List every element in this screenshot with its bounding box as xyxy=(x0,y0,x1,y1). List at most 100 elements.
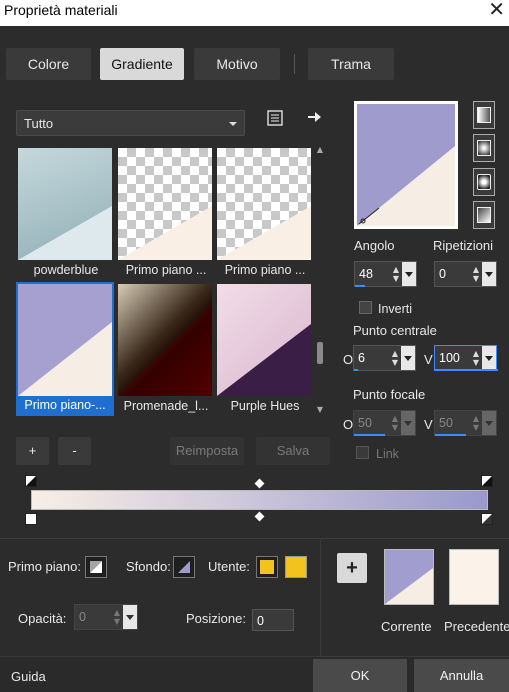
focal-v-progress xyxy=(435,434,466,436)
tab-trama[interactable]: Trama xyxy=(308,48,394,80)
current-label: Corrente xyxy=(381,619,432,634)
angle-spinner[interactable]: 48 ▲ ▼ xyxy=(354,261,417,287)
color-stop-left[interactable] xyxy=(25,513,37,525)
spinner-arrows-icon[interactable]: ▲ ▼ xyxy=(470,414,482,432)
gradient-thumb-primo-piano-1[interactable]: Primo piano ... xyxy=(117,147,212,281)
spinner-arrows-icon[interactable]: ▲ ▼ xyxy=(470,265,482,283)
chevron-down-icon[interactable] xyxy=(402,262,416,286)
focal-v-spinner[interactable]: 50 ▲ ▼ xyxy=(434,410,497,436)
gradient-preview-image xyxy=(118,284,212,396)
ok-button[interactable]: OK xyxy=(313,659,407,692)
center-point-label: Punto centrale xyxy=(353,323,437,338)
scroll-up-icon[interactable]: ▲ xyxy=(315,146,325,154)
focal-v-value: 50 xyxy=(439,416,453,430)
section-divider xyxy=(0,538,509,539)
spinner-arrows-icon[interactable]: ▲ ▼ xyxy=(390,265,402,283)
gradient-thumb-primo-piano-2[interactable]: Primo piano ... xyxy=(216,147,311,281)
chevron-down-icon[interactable] xyxy=(482,346,496,370)
spinner-arrows-icon[interactable]: ▲ ▼ xyxy=(111,608,123,626)
opacity-midpoint[interactable] xyxy=(254,478,265,489)
chevron-down-icon[interactable] xyxy=(123,605,137,629)
user-color-swatch[interactable] xyxy=(285,556,307,578)
user-stop-button[interactable] xyxy=(256,556,278,578)
tab-motivo[interactable]: Motivo xyxy=(194,48,280,80)
center-v-spinner[interactable]: 100 ▲ ▼ xyxy=(434,345,498,371)
chevron-down-icon[interactable] xyxy=(401,411,415,435)
opacity-stop-right[interactable] xyxy=(481,475,493,487)
previous-preview xyxy=(449,549,499,605)
help-link[interactable]: Guida xyxy=(11,669,46,684)
opacity-spinner[interactable]: 0 ▲ ▼ xyxy=(74,604,138,630)
gradient-preview-image xyxy=(217,284,311,396)
position-value: 0 xyxy=(257,614,264,628)
invert-checkbox[interactable] xyxy=(359,301,372,314)
sunburst-gradient-icon xyxy=(477,207,491,223)
chevron-down-icon[interactable] xyxy=(482,262,496,286)
tab-colore[interactable]: Colore xyxy=(6,48,91,80)
reset-button[interactable]: Reimposta xyxy=(170,437,244,465)
arrow-right-icon[interactable] xyxy=(304,109,324,129)
focal-h-spinner[interactable]: 50 ▲ ▼ xyxy=(353,410,416,436)
position-label: Posizione: xyxy=(186,611,246,626)
gradient-thumb-label: powderblue xyxy=(33,263,99,277)
remove-gradient-button[interactable]: - xyxy=(58,437,91,465)
gradient-thumb-primo-piano-selected[interactable]: Primo piano-... xyxy=(16,282,114,416)
gradient-preview-image xyxy=(357,104,455,226)
current-preview xyxy=(384,549,434,605)
gradient-preview-image xyxy=(217,148,311,260)
scroll-down-icon[interactable]: ▼ xyxy=(315,406,325,414)
center-h-spinner[interactable]: 6 ▲ ▼ xyxy=(353,345,416,371)
background-stop-button[interactable] xyxy=(173,556,195,578)
repeat-label: Ripetizioni xyxy=(433,238,493,253)
gradient-thumb-label: Primo piano ... xyxy=(125,263,207,277)
gradient-thumb-powderblue[interactable]: powderblue xyxy=(17,147,112,281)
color-midpoint[interactable] xyxy=(254,511,265,522)
opacity-label: Opacità: xyxy=(18,611,67,626)
add-gradient-button[interactable]: + xyxy=(16,437,49,465)
window-title: Proprietà materiali xyxy=(4,2,118,18)
center-v-value: 100 xyxy=(439,351,460,365)
opacity-value: 0 xyxy=(79,610,86,624)
link-label: Link xyxy=(376,447,399,461)
gradient-thumb-label: Promenade_l... xyxy=(123,399,209,413)
tab-gradiente[interactable]: Gradiente xyxy=(100,48,184,80)
gradient-preview-image xyxy=(18,284,112,396)
link-checkbox[interactable] xyxy=(356,446,369,459)
gradient-thumb-promenade[interactable]: Promenade_l... xyxy=(117,283,212,417)
list-view-icon[interactable] xyxy=(265,110,285,130)
thumbnails-scrollbar[interactable]: ▲ ▼ xyxy=(315,146,325,414)
add-swatch-button[interactable]: + xyxy=(337,553,367,583)
center-h-label: O xyxy=(343,352,354,367)
gradient-preview-image xyxy=(118,148,212,260)
sunburst-style-button[interactable] xyxy=(473,201,495,229)
cancel-button[interactable]: Annulla xyxy=(414,659,509,692)
opacity-stop-left[interactable] xyxy=(25,475,37,487)
chevron-down-icon xyxy=(229,122,237,126)
gradient-thumb-label: Primo piano-... xyxy=(24,398,106,412)
scroll-thumb[interactable] xyxy=(317,342,323,364)
spinner-arrows-icon[interactable]: ▲ ▼ xyxy=(470,349,482,367)
focal-h-value: 50 xyxy=(358,416,372,430)
gradient-preview[interactable] xyxy=(354,101,458,229)
center-v-label: V xyxy=(424,352,433,367)
chevron-down-icon[interactable] xyxy=(482,411,496,435)
repeat-spinner[interactable]: 0 ▲ ▼ xyxy=(434,261,497,287)
foreground-stop-button[interactable] xyxy=(85,556,107,578)
save-button[interactable]: Salva xyxy=(256,437,330,465)
chevron-down-icon[interactable] xyxy=(401,346,415,370)
position-input[interactable]: 0 xyxy=(252,609,294,631)
gradient-preview-image xyxy=(18,148,112,260)
gradient-editor-bar[interactable] xyxy=(31,490,488,510)
gradient-thumb-label: Purple Hues xyxy=(230,399,300,413)
repeat-value: 0 xyxy=(439,267,446,281)
gradient-thumb-purple-hues[interactable]: Purple Hues xyxy=(216,283,311,417)
radial-style-button[interactable] xyxy=(473,168,495,196)
category-dropdown[interactable]: Tutto xyxy=(16,110,245,136)
rectangular-style-button[interactable] xyxy=(473,134,495,162)
color-stop-right[interactable] xyxy=(481,513,493,525)
center-v-progress xyxy=(435,369,498,371)
linear-style-button[interactable] xyxy=(473,101,495,129)
spinner-arrows-icon[interactable]: ▲ ▼ xyxy=(389,414,401,432)
close-icon[interactable]: ✕ xyxy=(488,0,505,19)
spinner-arrows-icon[interactable]: ▲ ▼ xyxy=(389,349,401,367)
